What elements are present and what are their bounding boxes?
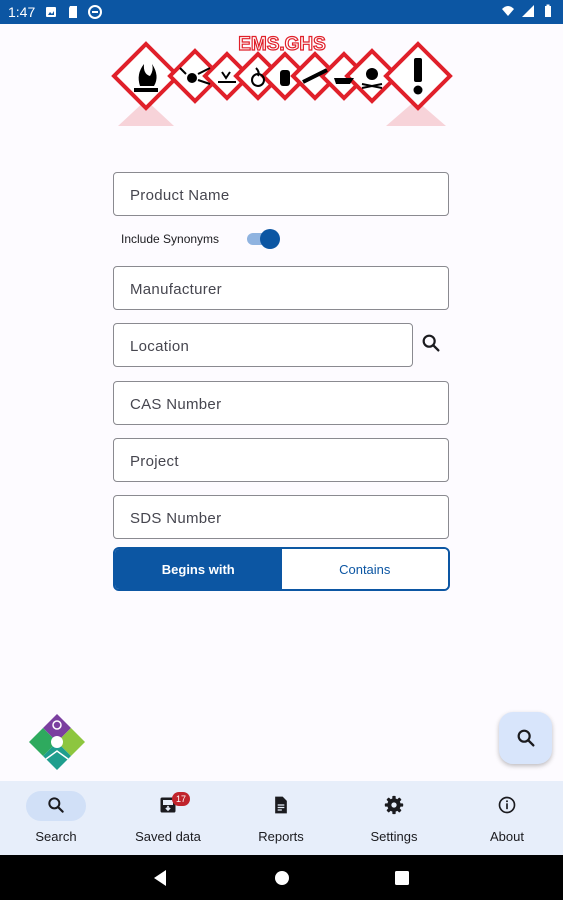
cas-number-input[interactable] (128, 382, 432, 426)
match-mode-selector: Begins with Contains (113, 547, 450, 591)
nav-reports[interactable]: Reports (225, 781, 337, 855)
nav-reports-label: Reports (258, 829, 304, 844)
sync-icon (88, 5, 102, 19)
info-icon (498, 796, 516, 814)
sds-number-input[interactable] (128, 496, 432, 540)
nav-saved-data-label: Saved data (135, 829, 201, 844)
sds-number-field[interactable] (113, 495, 449, 540)
toggle-thumb (260, 229, 280, 249)
product-name-input[interactable] (128, 173, 432, 217)
gear-icon (384, 795, 404, 815)
bottom-navigation: Search 17 Saved data Reports Settings Ab… (0, 781, 563, 855)
nav-about-label: About (490, 829, 524, 844)
manufacturer-field[interactable] (113, 266, 449, 311)
product-name-field[interactable] (113, 172, 449, 217)
notification-icons (44, 5, 102, 19)
report-icon (275, 796, 287, 814)
back-icon[interactable] (150, 867, 172, 889)
cas-number-field[interactable] (113, 381, 449, 426)
location-input[interactable] (128, 324, 402, 368)
sd-card-icon (69, 6, 77, 18)
contains-option[interactable]: Contains (281, 549, 448, 589)
recents-icon[interactable] (391, 867, 413, 889)
nav-settings[interactable]: Settings (338, 781, 450, 855)
status-time: 1:47 (8, 4, 36, 20)
location-search-icon[interactable] (420, 332, 442, 354)
signal-icon (522, 5, 534, 17)
nav-settings-label: Settings (370, 829, 418, 844)
wifi-icon (502, 6, 514, 16)
nav-search[interactable]: Search (0, 781, 112, 855)
nav-about[interactable]: About (451, 781, 563, 855)
search-fab[interactable] (499, 712, 552, 764)
include-synonyms-label: Include Synonyms (121, 232, 220, 246)
project-field[interactable] (113, 438, 449, 483)
system-icons (501, 4, 555, 18)
ems-ghs-logo: EMS.GHS (111, 33, 453, 126)
include-synonyms-toggle[interactable] (247, 229, 280, 249)
location-field[interactable] (113, 323, 413, 368)
home-icon[interactable] (271, 867, 293, 889)
nav-search-label: Search (35, 829, 77, 844)
svg-text:EMS.GHS: EMS.GHS (238, 34, 326, 55)
system-navigation-bar (0, 855, 563, 900)
nav-saved-data[interactable]: 17 Saved data (112, 781, 224, 855)
project-input[interactable] (128, 439, 432, 483)
photo-notification-icon (46, 7, 56, 17)
begins-with-option[interactable]: Begins with (115, 549, 282, 589)
search-icon (48, 797, 64, 813)
search-icon (517, 729, 535, 747)
manufacturer-input[interactable] (128, 267, 432, 311)
battery-icon (545, 4, 551, 17)
status-bar: 1:47 (0, 0, 563, 24)
company-logo (29, 714, 85, 770)
saved-data-badge: 17 (172, 792, 190, 806)
